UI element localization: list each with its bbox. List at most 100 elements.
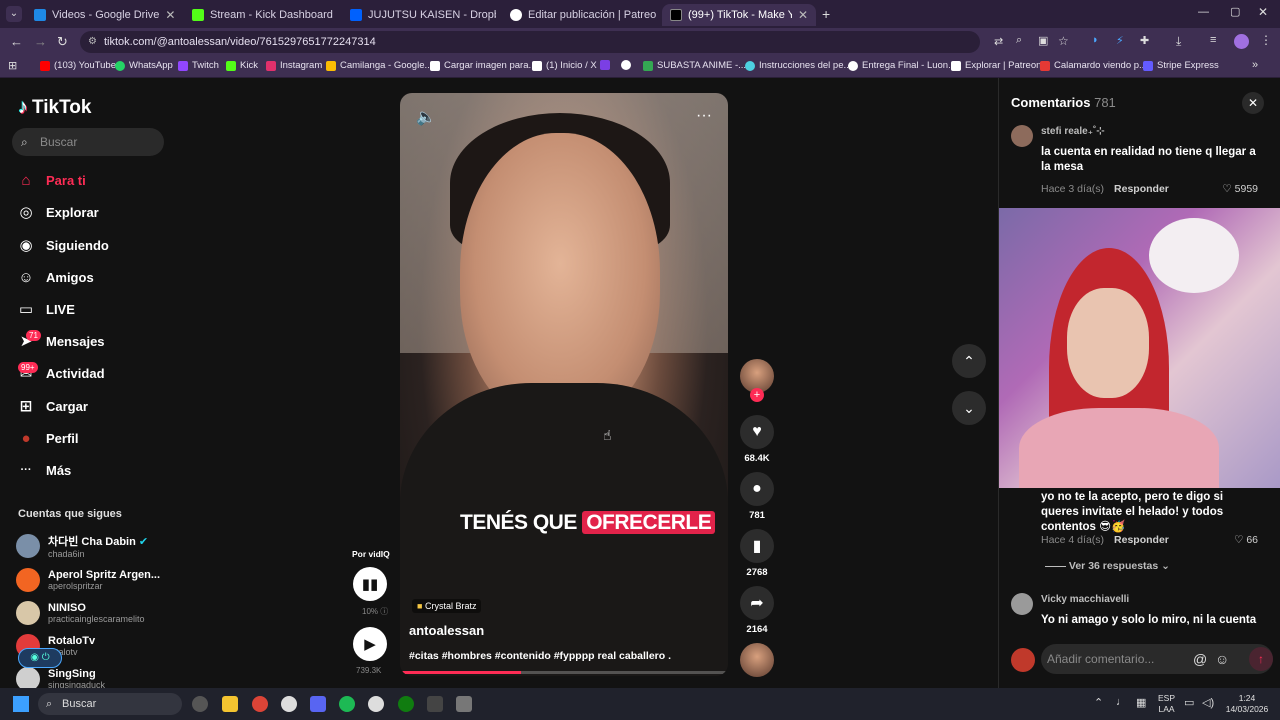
tiktok-logo[interactable]: ♪ TikTok: [18, 96, 91, 119]
video-description[interactable]: #citas #hombres #contenido #fypppp real …: [409, 650, 671, 662]
comment-author[interactable]: stefi reale₊˚⊹: [1041, 126, 1105, 137]
apps-icon[interactable]: ⊞: [8, 59, 17, 72]
bookmark-star-icon[interactable]: ☆: [1058, 34, 1069, 48]
bookmark-globe[interactable]: [621, 60, 631, 70]
nav-explorar[interactable]: ◎ Explorar: [16, 200, 98, 224]
back-icon[interactable]: ←: [10, 34, 23, 49]
next-video-button[interactable]: ⌄: [952, 391, 986, 425]
language-indicator[interactable]: ESP LAA: [1158, 693, 1175, 715]
like-button[interactable]: ♥ 68.4K: [740, 415, 774, 464]
comment-like[interactable]: ♡ 66: [1234, 534, 1258, 546]
play-button[interactable]: ▶: [353, 627, 387, 661]
bookmark-kick[interactable]: Kick: [226, 60, 258, 71]
bookmark-instrucciones[interactable]: Instrucciones del pe...: [745, 60, 851, 71]
following-account[interactable]: 차다빈 Cha Dabin ✔ chada6in: [16, 531, 148, 561]
app-icon[interactable]: [456, 696, 472, 712]
search-input[interactable]: ⌕ Buscar: [12, 128, 164, 156]
overlay-extension-button[interactable]: ◉ ⏻: [18, 648, 62, 668]
discord-icon[interactable]: [310, 696, 326, 712]
previous-video-button[interactable]: ⌃: [952, 344, 986, 378]
close-tab-icon[interactable]: ✕: [165, 8, 175, 22]
video-player[interactable]: 🔈 ··· TENÉS QUE OFRECERLE ■ Crystal Brat…: [400, 93, 728, 676]
send-button[interactable]: ↑: [1249, 647, 1273, 671]
nav-live[interactable]: ▭ LIVE: [16, 297, 75, 321]
emoji-icon[interactable]: ☺: [1215, 644, 1229, 674]
tab-google-drive[interactable]: Videos - Google Drive ✕: [26, 4, 176, 26]
reload-icon[interactable]: ↻: [57, 34, 68, 50]
zoom-icon[interactable]: ⌕: [1016, 34, 1022, 47]
save-button[interactable]: ▮ 2768: [740, 529, 774, 578]
nav-mas[interactable]: ··· Más: [16, 458, 72, 482]
nav-amigos[interactable]: ☺ Amigos: [16, 265, 93, 289]
video-progress-bar[interactable]: [400, 671, 728, 674]
file-explorer-icon[interactable]: [222, 696, 238, 712]
address-bar[interactable]: ⚙ tiktok.com/@antoalessan/video/76152976…: [80, 31, 980, 53]
menu-icon[interactable]: ⋮: [1260, 33, 1272, 47]
volume-icon[interactable]: 🔈: [416, 107, 436, 127]
bookmark-camilanga[interactable]: Camilanga - Google...: [326, 60, 432, 71]
tab-kick-dashboard[interactable]: Stream - Kick Dashboard ✕: [184, 4, 336, 26]
following-account[interactable]: Aperol Spritz Argen... aperolspritzar: [16, 565, 160, 595]
tab-dropbox[interactable]: JUJUTSU KAISEN - Dropbox ✕: [342, 4, 496, 26]
extension-icon[interactable]: ◗: [1092, 34, 1099, 46]
bookmark-purple[interactable]: [600, 60, 610, 70]
extension-icon[interactable]: ⚡: [1116, 34, 1124, 47]
avatar[interactable]: [1011, 593, 1033, 615]
comment-like[interactable]: ♡ 5959: [1222, 183, 1258, 195]
translate-icon[interactable]: ⇄: [994, 35, 1003, 48]
following-account[interactable]: NINISO practicainglescaramelito: [16, 598, 145, 628]
clock[interactable]: 1:24 14/03/2026: [1222, 693, 1272, 715]
close-comments-button[interactable]: ✕: [1242, 92, 1264, 114]
info-icon[interactable]: ⓘ: [380, 607, 388, 616]
app-icon[interactable]: [192, 696, 208, 712]
bookmark-subasta[interactable]: SUBASTA ANIME -...: [643, 60, 746, 71]
more-bookmarks-icon[interactable]: »: [1252, 59, 1258, 71]
comment-input[interactable]: Añadir comentario... @ ☺ ↑: [1041, 644, 1273, 674]
nav-siguiendo[interactable]: ◉ Siguiendo: [16, 233, 108, 257]
avatar[interactable]: [1011, 125, 1033, 147]
network-icon[interactable]: ▭: [1184, 696, 1194, 709]
view-replies-button[interactable]: —— Ver 36 respuestas ⌄: [1045, 560, 1170, 572]
bookmark-youtube[interactable]: (103) YouTube: [40, 60, 116, 71]
forward-icon[interactable]: →: [34, 34, 47, 49]
bookmark-stripe[interactable]: Stripe Express: [1143, 60, 1219, 71]
tab-tiktok[interactable]: (99+) TikTok - Make Your Da ✕: [662, 4, 816, 26]
microphone-icon[interactable]: ♩: [1116, 696, 1127, 708]
bookmark-calamardo[interactable]: Calamardo viendo p...: [1040, 60, 1147, 71]
download-icon[interactable]: ⤓: [1176, 34, 1181, 49]
vidiq-stats-button[interactable]: ▮▮: [353, 567, 387, 601]
nav-perfil[interactable]: ● Perfil: [16, 426, 78, 450]
obs-icon[interactable]: [281, 696, 297, 712]
effect-tag[interactable]: ■ Crystal Bratz: [412, 599, 482, 613]
xbox-icon[interactable]: [398, 696, 414, 712]
extensions-puzzle-icon[interactable]: ✚: [1140, 34, 1149, 47]
bookmark-x[interactable]: (1) Inicio / X: [532, 60, 597, 71]
new-tab-button[interactable]: +: [822, 6, 830, 22]
bookmark-instagram[interactable]: Instagram: [266, 60, 322, 71]
media-icon[interactable]: ≡: [1210, 34, 1216, 46]
profile-avatar[interactable]: [1234, 34, 1249, 49]
cast-icon[interactable]: ▣: [1038, 34, 1048, 47]
close-window-button[interactable]: ✕: [1258, 5, 1268, 19]
volume-icon[interactable]: ◁): [1202, 696, 1214, 709]
bookmark-patreon[interactable]: Explorar | Patreon: [951, 60, 1041, 71]
bookmark-cargar-imagen[interactable]: Cargar imagen para...: [430, 60, 536, 71]
taskbar-search[interactable]: ⌕ Buscar: [38, 693, 182, 715]
tab-patreon[interactable]: Editar publicación | Patreon ✕: [502, 4, 656, 26]
video-author[interactable]: antoalessan: [409, 623, 484, 638]
app-icon[interactable]: [427, 696, 443, 712]
nav-cargar[interactable]: ⊞ Cargar: [16, 394, 88, 418]
bookmark-twitch[interactable]: Twitch: [178, 60, 219, 71]
reply-button[interactable]: Responder: [1114, 183, 1169, 195]
chrome-icon[interactable]: [252, 696, 268, 712]
comment-author[interactable]: Vicky macchiavelli: [1041, 594, 1129, 605]
maximize-button[interactable]: ▢: [1230, 5, 1240, 18]
sound-avatar[interactable]: [740, 643, 774, 677]
comment-button[interactable]: ● 781: [740, 472, 774, 521]
follow-button[interactable]: +: [750, 388, 764, 402]
reply-button[interactable]: Responder: [1114, 534, 1169, 546]
site-info-icon[interactable]: ⚙: [88, 31, 97, 53]
obs-icon[interactable]: [368, 696, 384, 712]
bookmark-whatsapp[interactable]: WhatsApp: [115, 60, 173, 71]
windows-start-icon[interactable]: [13, 696, 29, 712]
